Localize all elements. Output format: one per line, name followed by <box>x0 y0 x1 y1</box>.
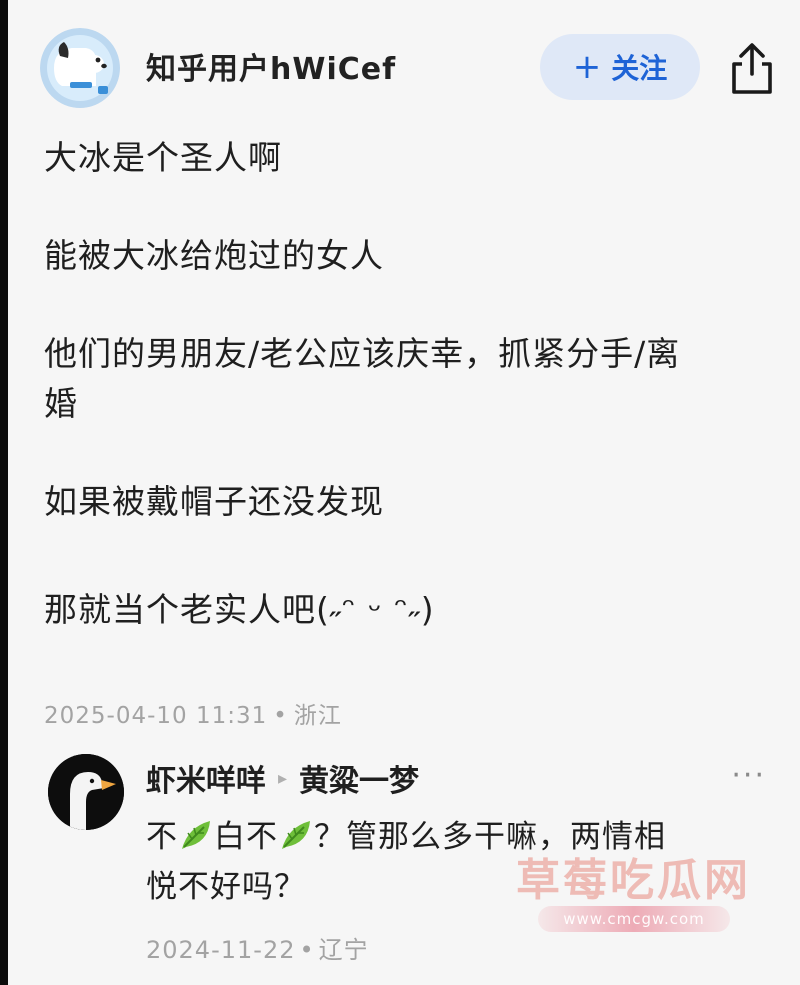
plus-icon: + <box>572 47 602 87</box>
post-date: 2025-04-10 11:31 <box>44 703 268 729</box>
reply-text-part: 白不 <box>214 819 278 855</box>
post-line: 他们的男朋友/老公应该庆幸，抓紧分手/离 <box>44 334 681 373</box>
reply-arrow-icon: ▸ <box>278 767 288 789</box>
share-icon[interactable] <box>728 42 776 96</box>
follow-button[interactable]: + 关注 <box>540 34 700 100</box>
follow-label: 关注 <box>611 52 668 85</box>
dog-avatar-icon <box>40 28 120 108</box>
username[interactable]: 知乎用户hWiCef <box>146 44 396 88</box>
reply-text-part: 不 <box>146 819 178 855</box>
reply-to-user[interactable]: 黄粱一梦 <box>299 756 419 800</box>
meta-separator: • <box>299 936 315 964</box>
post-meta: 2025-04-10 11:31 • 浙江 <box>44 696 342 730</box>
goose-avatar-icon <box>48 754 124 830</box>
reply-author[interactable]: 虾米咩咩 <box>146 756 266 800</box>
watermark-title: 草莓吃瓜网 <box>516 855 751 906</box>
reply-location: 辽宁 <box>318 936 369 964</box>
reply-avatar[interactable] <box>48 754 124 830</box>
reply-date: 2024-11-22 <box>146 936 296 964</box>
post-location: 浙江 <box>293 703 342 729</box>
more-options-icon[interactable]: ··· <box>731 758 766 793</box>
screen-edge <box>0 0 8 985</box>
post-line: 能被大冰给炮过的女人 <box>44 236 384 275</box>
post-header: 知乎用户hWiCef + 关注 <box>40 28 780 108</box>
reply-header: 虾米咩咩 ▸ 黄粱一梦 <box>146 756 419 800</box>
leaf-emoji-icon <box>182 821 210 849</box>
reply-text-part: 悦不好吗？ <box>146 869 306 905</box>
post-line: 大冰是个圣人啊 <box>44 138 282 177</box>
post-line: 那就当个老实人吧(˶ᵔ ᵕ ᵔ˶) <box>44 590 435 629</box>
user-avatar[interactable] <box>40 28 120 108</box>
reply-meta: 2024-11-22 • 辽宁 <box>146 930 369 965</box>
meta-separator: • <box>273 703 288 729</box>
post-line: 如果被戴帽子还没发现 <box>44 482 384 521</box>
leaf-emoji-icon <box>282 821 310 849</box>
watermark-url: www.cmcgw.com <box>538 906 730 932</box>
post-line: 婚 <box>44 384 78 423</box>
